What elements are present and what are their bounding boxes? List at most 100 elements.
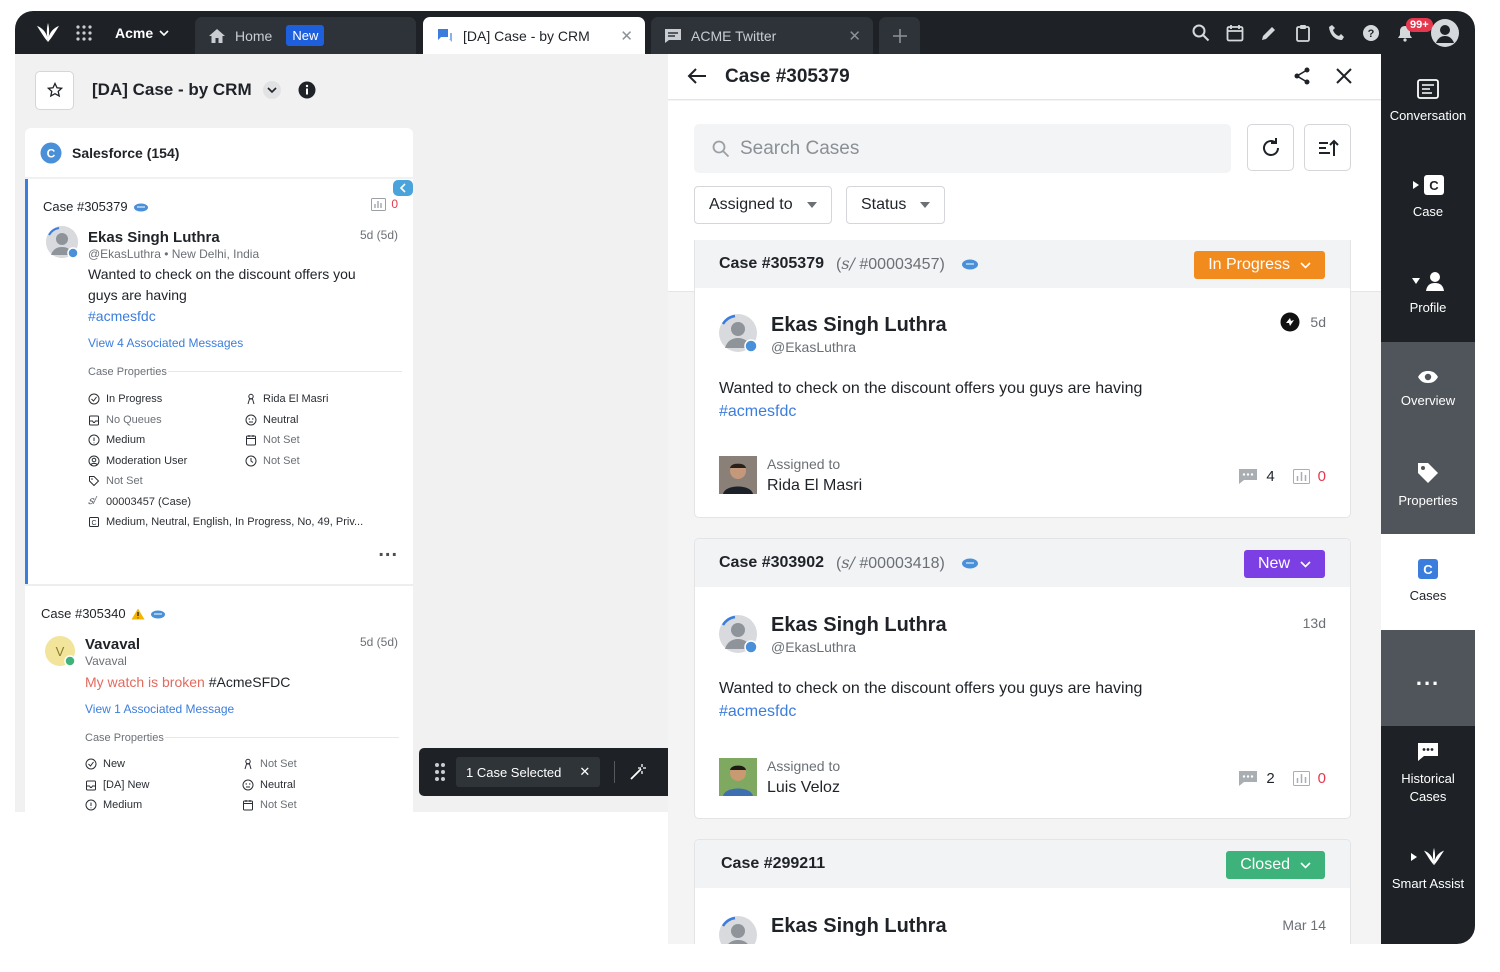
prop-assignee[interactable]: Not Set (242, 758, 297, 770)
assignee-avatar[interactable] (719, 758, 757, 796)
assignee-avatar[interactable] (719, 456, 757, 494)
rail-case[interactable]: C Case (1381, 150, 1475, 246)
avatar[interactable]: V (44, 635, 76, 667)
salesforce-source-header[interactable]: C Salesforce (154) (25, 128, 413, 177)
rail-overview[interactable]: Overview (1381, 342, 1475, 438)
avatar[interactable] (719, 314, 757, 352)
customer-name[interactable]: Ekas Singh Luthra (88, 229, 220, 246)
case-card[interactable]: Case #305340 V Vavaval Vavaval 5d (5d) M… (25, 586, 413, 812)
prop-user[interactable]: Moderation User (88, 455, 187, 467)
new-tab-button[interactable] (879, 17, 920, 54)
chevron-down-icon (1300, 560, 1311, 568)
rail-cases[interactable]: C Cases (1381, 534, 1475, 630)
clear-selection-icon[interactable]: ✕ (579, 764, 590, 780)
case-message: Wanted to check on the discount offers y… (719, 377, 1319, 423)
rail-historical-cases[interactable]: Historical Cases (1381, 726, 1475, 822)
case-detail-card[interactable]: Case #299211 Closed Ekas Singh Luthra Ma… (694, 839, 1351, 944)
back-arrow-icon[interactable] (687, 67, 707, 85)
phone-icon[interactable] (1328, 24, 1346, 42)
search-icon[interactable] (1192, 24, 1210, 42)
close-tab-icon[interactable]: ✕ (620, 27, 633, 45)
bell-icon[interactable]: 99+ (1396, 17, 1433, 42)
message-text: Wanted to check on the discount offers y… (88, 266, 356, 303)
hashtag-link[interactable]: #acmesfdc (719, 703, 796, 720)
associated-messages-link[interactable]: View 1 Associated Message (85, 702, 234, 716)
collapse-toggle-icon[interactable] (393, 180, 413, 196)
info-icon[interactable] (298, 81, 316, 99)
workspace-name: Acme (115, 24, 154, 41)
user-avatar[interactable] (1430, 18, 1460, 48)
rail-profile[interactable]: Profile (1381, 246, 1475, 342)
selection-count-chip[interactable]: 1 Case Selected ✕ (456, 757, 601, 787)
prop-custom-fields[interactable]: C Medium, Neutral, English, In Progress, … (88, 516, 363, 528)
refresh-button[interactable] (1247, 124, 1294, 171)
message-text: Wanted to check on the discount offers y… (719, 680, 1143, 697)
drag-handle-icon[interactable] (434, 762, 446, 782)
close-icon[interactable] (1335, 67, 1353, 85)
assignee-name[interactable]: Luis Veloz (767, 779, 840, 797)
associated-messages-link[interactable]: View 4 Associated Messages (88, 336, 243, 350)
share-icon[interactable] (1293, 67, 1311, 85)
prop-tag[interactable]: Not Set (88, 475, 143, 487)
avatar[interactable] (46, 226, 78, 258)
prop-priority[interactable]: Medium (88, 434, 145, 446)
prop-priority[interactable]: Medium (85, 799, 142, 811)
customer-name[interactable]: Ekas Singh Luthra (771, 915, 947, 938)
search-cases-input[interactable]: Search Cases (694, 124, 1231, 173)
prop-assignee[interactable]: Rida El Masri (245, 393, 328, 405)
rail-label: Historical Cases (1401, 771, 1455, 804)
prop-status[interactable]: In Progress (88, 393, 162, 405)
calendar-icon[interactable] (1226, 24, 1244, 42)
prop-sf-case[interactable]: 𝑠/00003457 (Case) (88, 495, 191, 508)
hashtag-link[interactable]: #acmesfdc (719, 403, 796, 420)
rail-label: Properties (1398, 493, 1458, 508)
prop-date[interactable]: Not Set (242, 799, 297, 811)
pencil-icon[interactable] (1260, 24, 1278, 42)
status-dropdown[interactable]: In Progress (1194, 251, 1325, 279)
sprinklr-logo-icon[interactable] (35, 22, 61, 44)
prop-date[interactable]: Not Set (245, 434, 300, 446)
prop-sentiment[interactable]: Neutral (245, 414, 298, 426)
close-tab-icon[interactable]: ✕ (848, 27, 861, 45)
prop-sentiment[interactable]: Neutral (242, 779, 295, 791)
customer-name[interactable]: Vavaval (85, 636, 140, 653)
rail-conversation[interactable]: Conversation (1381, 54, 1475, 150)
bulk-selection-bar: 1 Case Selected ✕ (419, 748, 668, 796)
tab-case-by-crm[interactable]: [DA] Case - by CRM ✕ (423, 17, 645, 54)
prop-status[interactable]: New (85, 758, 125, 770)
prop-queue[interactable]: No Queues (88, 414, 162, 426)
case-card[interactable]: Case #305379 0 Ekas Singh Luthra @EkasLu… (25, 179, 413, 584)
case-age: 5d (5d) (359, 228, 398, 242)
comment-icon (1238, 770, 1258, 787)
case-detail-card[interactable]: Case #303902 (𝑠/ #00003418) New Ekas Sin… (694, 538, 1351, 819)
status-dropdown[interactable]: New (1243, 550, 1325, 578)
more-options-button[interactable]: ... (378, 539, 398, 562)
workspace-switcher[interactable]: Acme (115, 11, 169, 54)
prop-time[interactable]: Not Set (245, 455, 300, 467)
status-filter[interactable]: Status (846, 186, 946, 224)
status-dropdown[interactable]: Closed (1226, 851, 1325, 879)
case-id: Case #303902 (719, 554, 824, 571)
app-grid-icon[interactable] (75, 24, 93, 42)
assignee-name[interactable]: Rida El Masri (767, 477, 862, 495)
magic-wand-icon[interactable] (629, 763, 647, 781)
rail-label: Overview (1400, 393, 1456, 408)
help-icon[interactable]: ? (1362, 24, 1380, 42)
rail-properties[interactable]: Properties (1381, 438, 1475, 534)
tab-home[interactable]: Home New (195, 17, 416, 54)
avatar[interactable] (719, 916, 757, 944)
rail-smart-assist[interactable]: Smart Assist (1381, 822, 1475, 918)
clipboard-icon[interactable] (1294, 24, 1312, 42)
customer-name[interactable]: Ekas Singh Luthra (771, 614, 947, 637)
prop-queue[interactable]: [DA] New (85, 779, 149, 791)
assigned-to-filter[interactable]: Assigned to (694, 186, 832, 224)
sort-button[interactable] (1304, 124, 1351, 171)
tab-acme-twitter[interactable]: ACME Twitter ✕ (651, 17, 873, 54)
case-detail-card[interactable]: Case #305379 (𝑠/ #00003457) In Progress … (694, 240, 1351, 518)
customer-name[interactable]: Ekas Singh Luthra (771, 314, 947, 337)
avatar[interactable] (719, 615, 757, 653)
hashtag-link[interactable]: #acmesfdc (88, 308, 156, 324)
view-dropdown-icon[interactable] (262, 80, 282, 100)
favorite-button[interactable] (35, 70, 74, 110)
rail-more[interactable]: ... (1381, 630, 1475, 726)
